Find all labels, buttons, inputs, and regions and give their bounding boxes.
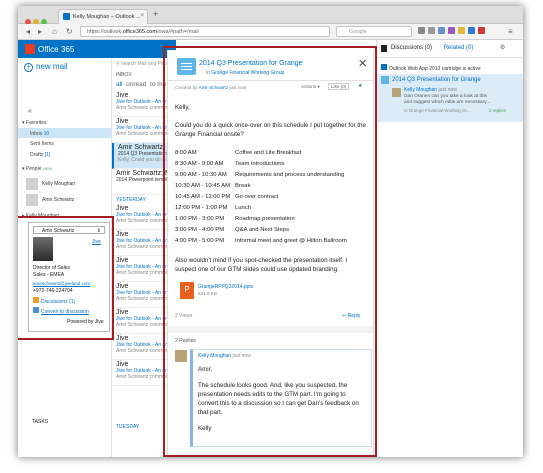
tasks-link[interactable]: TASKS: [32, 419, 48, 425]
folder-count: [1]: [44, 152, 51, 158]
folder-count: 10: [43, 131, 50, 137]
address-bar[interactable]: https://outlook.office365.com/owa/#path=…: [80, 26, 330, 37]
avatar: [392, 88, 401, 97]
card-replies: 2 replies: [489, 108, 507, 113]
date-header-tuesday: TUESDAY: [116, 424, 140, 430]
date-header: YESTERDAY: [116, 197, 146, 203]
card-author: Kelly Moughan: [404, 87, 438, 93]
cartridge-text: Outlook Web App 2013 cartridge is active: [389, 66, 481, 72]
new-badge: NEW: [42, 166, 53, 171]
highlight-box-contact: [18, 216, 114, 340]
reload-icon[interactable]: ↻: [66, 27, 73, 36]
filter-unread[interactable]: unread: [126, 81, 146, 88]
office365-logo-icon: [25, 44, 35, 54]
people-header[interactable]: ▾ People NEW: [22, 166, 52, 172]
jive-side-panel: Discussions (0) Related (0) ⚙ Outlook We…: [376, 40, 523, 457]
document-icon: [381, 76, 389, 84]
card-meta: Kelly Moughan just now: [404, 87, 457, 93]
browser-search-input[interactable]: Google: [336, 26, 412, 37]
bookmarks-icon[interactable]: [428, 27, 435, 34]
home-icon[interactable]: ⌂: [52, 27, 57, 36]
extension-icon-2[interactable]: [458, 27, 465, 34]
browser-toolbar: ◂ ▸ ⌂ ↻ https://outlook.office365.com/ow…: [18, 24, 523, 40]
folder-title: INBOX: [116, 72, 132, 78]
person-name: Kelly Moughan: [42, 181, 76, 187]
folder-label: Drafts: [30, 152, 44, 158]
browser-tab-bar: Kelly Moughan – Outlook ... × +: [18, 6, 523, 25]
back-icon[interactable]: ◂: [26, 27, 30, 36]
person-item[interactable]: Amir Schwartz: [18, 192, 112, 208]
tab-title: Kelly Moughan – Outlook ...: [73, 14, 141, 20]
settings-icon[interactable]: ⚙: [500, 44, 505, 51]
close-tab-icon[interactable]: ×: [140, 13, 144, 19]
favorites-label: Favorites: [25, 120, 47, 126]
favorites-header[interactable]: ▾ Favorites: [22, 120, 46, 126]
card-place: in Grange Financial Working Gr...: [404, 108, 471, 113]
people-label: People: [25, 166, 42, 172]
window-controls[interactable]: [25, 12, 51, 25]
panel-header: Discussions (0) Related (0) ⚙: [377, 40, 523, 58]
new-mail-button[interactable]: + new mail: [24, 62, 68, 72]
folder-sent[interactable]: Sent Items: [30, 141, 54, 147]
folder-label: Sent Items: [30, 141, 54, 147]
discussions-tab[interactable]: Discussions (0): [391, 45, 432, 51]
url-domain: office365.com: [122, 29, 157, 35]
cartridge-status: Outlook Web App 2013 cartridge is active: [381, 64, 481, 72]
browser-search-placeholder: Google: [349, 29, 367, 35]
card-text: and suggest which edits are necessary...: [404, 100, 491, 105]
collapse-icon[interactable]: «: [28, 108, 32, 115]
extension-icon-4[interactable]: [478, 27, 485, 34]
star-icon[interactable]: [418, 27, 425, 34]
card-title[interactable]: 2014 Q3 Presentation for Grange: [392, 77, 481, 83]
folder-inbox[interactable]: Inbox 10: [18, 128, 111, 138]
related-tab[interactable]: Related (0): [444, 45, 474, 51]
forward-icon[interactable]: ▸: [38, 27, 42, 36]
highlight-box-discussion: [163, 46, 377, 457]
new-tab-icon[interactable]: +: [153, 9, 158, 19]
card-time: just now: [438, 87, 457, 93]
office365-banner: Office 365: [18, 40, 176, 58]
browser-tab[interactable]: Kelly Moughan – Outlook ... ×: [58, 9, 148, 24]
plus-icon: +: [24, 63, 33, 72]
folder-drafts[interactable]: Drafts [1]: [30, 152, 50, 158]
card-text: Dan Oranen can you take a look at this: [404, 94, 487, 99]
outlook-tab-icon: [63, 13, 70, 20]
new-mail-label: new mail: [36, 62, 68, 71]
outlook-icon: [381, 64, 387, 70]
panel-toggle-icon[interactable]: [381, 45, 387, 52]
discussion-card[interactable]: 2014 Q3 Presentation for Grange Kelly Mo…: [377, 74, 523, 122]
url-prefix: https://outlook.: [87, 29, 123, 35]
menu-icon[interactable]: ≡: [508, 27, 513, 36]
filter-all[interactable]: all: [116, 81, 123, 88]
extension-icon-3[interactable]: [468, 27, 475, 34]
person-name: Amir Schwartz: [42, 197, 75, 203]
avatar: [26, 178, 38, 190]
person-item[interactable]: Kelly Moughan: [18, 176, 112, 192]
url-suffix: /owa/#path=/mail: [156, 29, 199, 35]
download-icon[interactable]: [438, 27, 445, 34]
brand-title: Office 365: [38, 45, 75, 54]
extension-icon[interactable]: [448, 27, 455, 34]
avatar: [26, 194, 38, 206]
folder-label: Inbox: [30, 131, 43, 137]
